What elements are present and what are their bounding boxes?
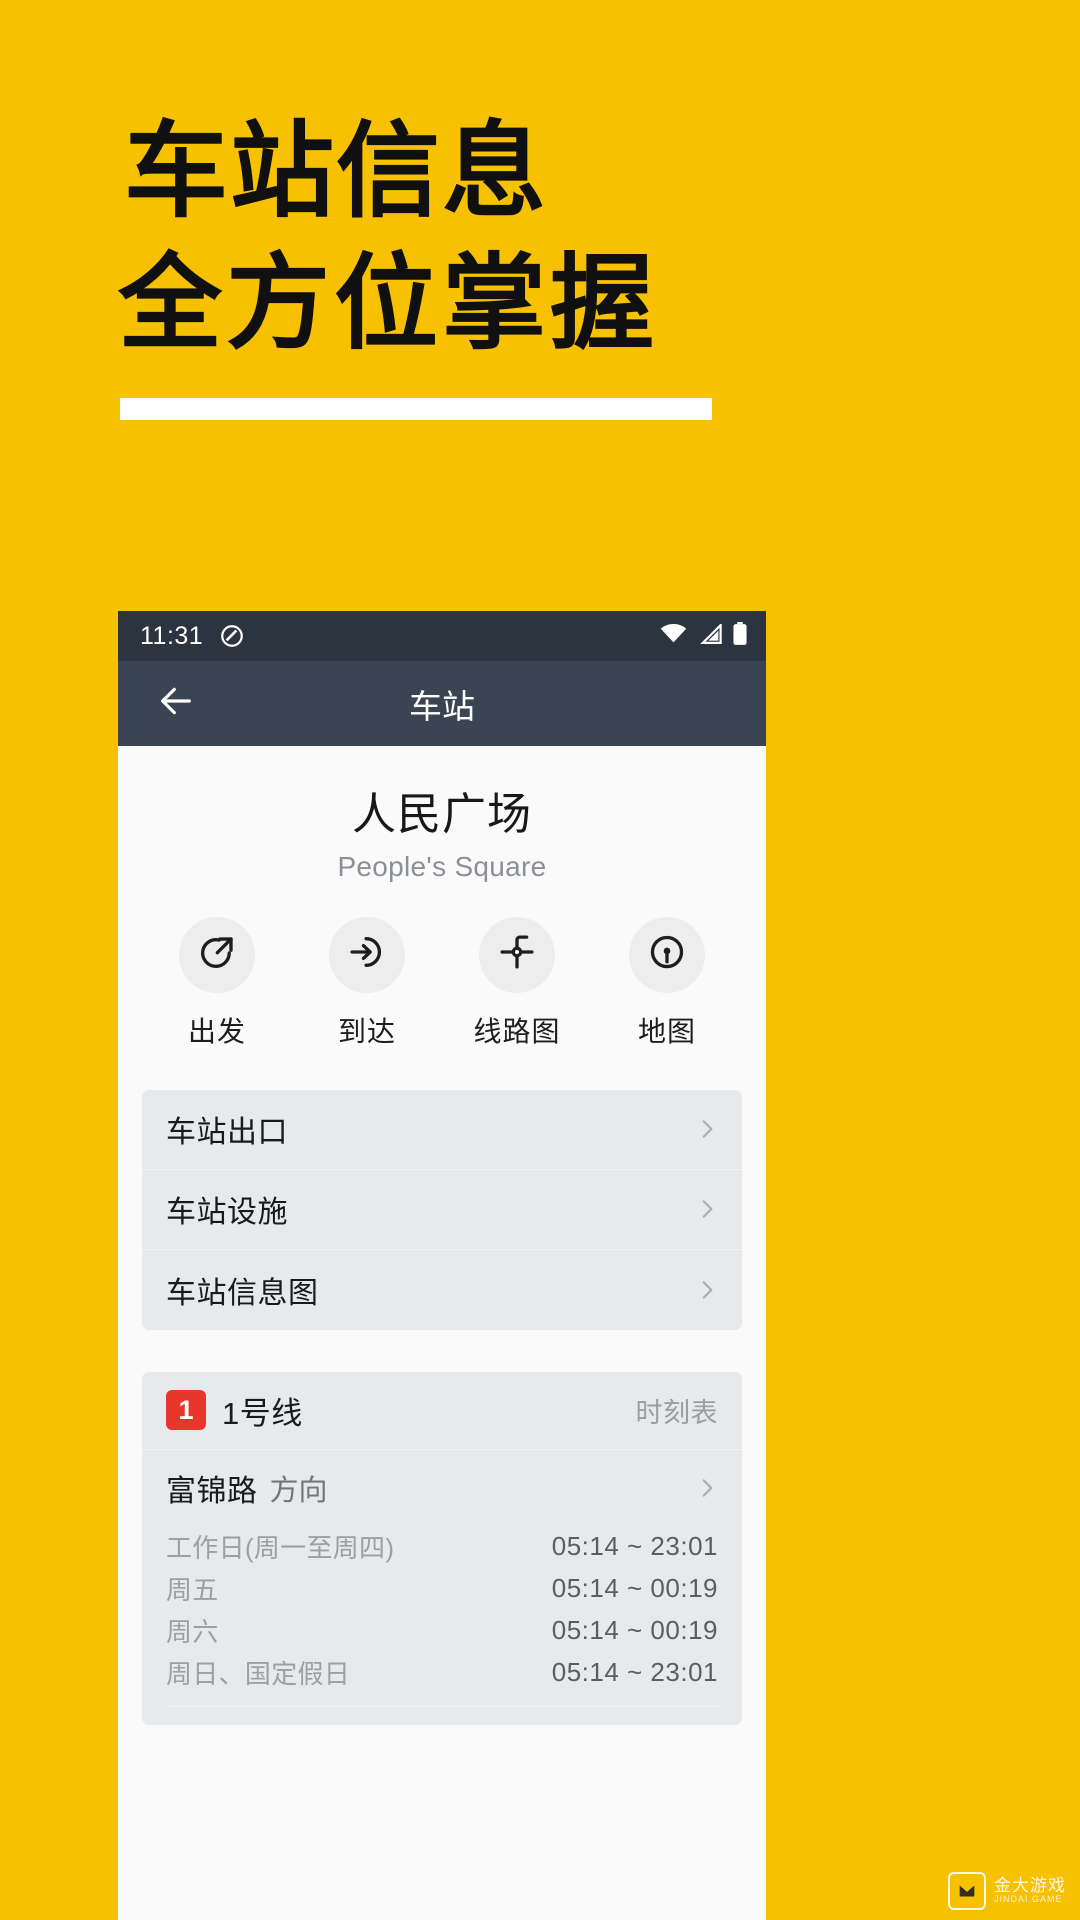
action-departure-circle [179, 916, 255, 993]
action-departure[interactable]: 出发 [157, 916, 277, 1050]
watermark-logo-icon [948, 1872, 986, 1910]
schedule-time: 05:14 ~ 00:19 [551, 1573, 718, 1604]
cellular-signal-icon [697, 621, 722, 649]
menu-item-label: 车站信息图 [166, 1276, 319, 1310]
promo-underline-band [120, 398, 712, 420]
menu-item-station-info-map[interactable]: 车站信息图 [142, 1250, 742, 1330]
direction-suffix: 方向 [269, 1474, 328, 1507]
watermark-text: 金大游戏 JINDAI GAME [994, 1877, 1066, 1904]
action-map-circle [629, 916, 705, 993]
do-not-disturb-icon [219, 623, 245, 649]
menu-item-label: 车站设施 [166, 1196, 288, 1230]
chevron-right-icon [694, 1196, 720, 1222]
watermark-subtitle: JINDAI GAME [994, 1894, 1063, 1905]
screen-content: 人民广场 People's Square 出发 到达 线路图 地图 车站出口 车… [118, 746, 766, 1920]
action-arrival-label: 到达 [337, 1015, 396, 1047]
status-bar-icons [660, 621, 748, 651]
schedule-day: 周六 [166, 1617, 219, 1648]
station-menu-card: 车站出口 车站设施 车站信息图 [142, 1089, 742, 1330]
schedule-day: 周日、国定假日 [166, 1659, 351, 1690]
action-route-map-circle [479, 916, 555, 993]
status-bar-time: 11:31 [140, 621, 204, 650]
schedule-row: 工作日(周一至周四) 05:14 ~ 23:01 [166, 1526, 718, 1568]
battery-icon [732, 621, 748, 651]
schedule-divider [166, 1705, 718, 1707]
schedule-row: 周日、国定假日 05:14 ~ 23:01 [166, 1652, 718, 1694]
promo-headline-line1: 车站信息 [124, 114, 549, 230]
departure-arrow-icon [196, 931, 238, 978]
schedule-time: 05:14 ~ 00:19 [551, 1615, 718, 1646]
back-button[interactable] [140, 668, 212, 740]
chevron-right-icon [694, 1116, 720, 1142]
line-name: 1号线 [222, 1395, 303, 1431]
schedule-row: 周五 05:14 ~ 00:19 [166, 1568, 718, 1610]
chevron-right-icon [694, 1277, 720, 1303]
schedule-table: 工作日(周一至周四) 05:14 ~ 23:01 周五 05:14 ~ 00:1… [142, 1526, 742, 1725]
action-route-map[interactable]: 线路图 [457, 916, 577, 1050]
watermark-title: 金大游戏 [994, 1876, 1066, 1896]
station-header: 人民广场 People's Square [118, 746, 766, 883]
promo-headline-line2: 全方位掌握 [118, 246, 659, 362]
action-departure-label: 出发 [187, 1015, 246, 1047]
app-bar: 车站 [118, 661, 766, 746]
menu-item-station-exit[interactable]: 车站出口 [142, 1090, 742, 1170]
menu-item-station-facilities[interactable]: 车站设施 [142, 1170, 742, 1250]
menu-item-label: 车站出口 [166, 1116, 288, 1150]
schedule-row: 周六 05:14 ~ 00:19 [166, 1610, 718, 1652]
station-name: 人民广场 [352, 790, 532, 839]
action-map[interactable]: 地图 [607, 916, 727, 1050]
station-name-english: People's Square [337, 850, 547, 882]
line-schedule-card: 1 1号线 时刻表 富锦路 方向 工作日(周一至周四) 05:14 ~ 23:0… [142, 1371, 742, 1725]
watermark: 金大游戏 JINDAI GAME [948, 1872, 1066, 1910]
schedule-day: 周五 [166, 1575, 219, 1606]
direction-name: 富锦路 [166, 1474, 258, 1508]
promo-banner: 车站信息 全方位掌握 [0, 0, 1080, 500]
direction-row[interactable]: 富锦路 方向 [142, 1450, 742, 1526]
arrival-arrow-icon [346, 931, 388, 978]
line-header: 1 1号线 时刻表 [142, 1372, 742, 1450]
timetable-link[interactable]: 时刻表 [636, 1391, 719, 1430]
map-pin-icon [646, 931, 688, 978]
status-bar: 11:31 [118, 611, 766, 661]
action-arrival[interactable]: 到达 [307, 916, 427, 1050]
quick-actions-row: 出发 到达 线路图 地图 [118, 916, 766, 1050]
action-arrival-circle [329, 916, 405, 993]
schedule-day: 工作日(周一至周四) [166, 1533, 395, 1564]
schedule-time: 05:14 ~ 23:01 [551, 1531, 718, 1562]
schedule-time: 05:14 ~ 23:01 [551, 1657, 718, 1688]
action-route-map-label: 线路图 [473, 1015, 561, 1047]
action-map-label: 地图 [637, 1015, 696, 1047]
wifi-icon [660, 623, 687, 649]
back-arrow-icon [156, 681, 196, 726]
route-map-icon [496, 931, 538, 978]
page-title: 车站 [409, 687, 475, 725]
phone-mockup: 11:31 车站 人民广场 People's Square 出发 到达 线路图 … [118, 611, 766, 1920]
line-number-badge: 1 [166, 1390, 206, 1431]
chevron-right-icon [694, 1475, 720, 1501]
